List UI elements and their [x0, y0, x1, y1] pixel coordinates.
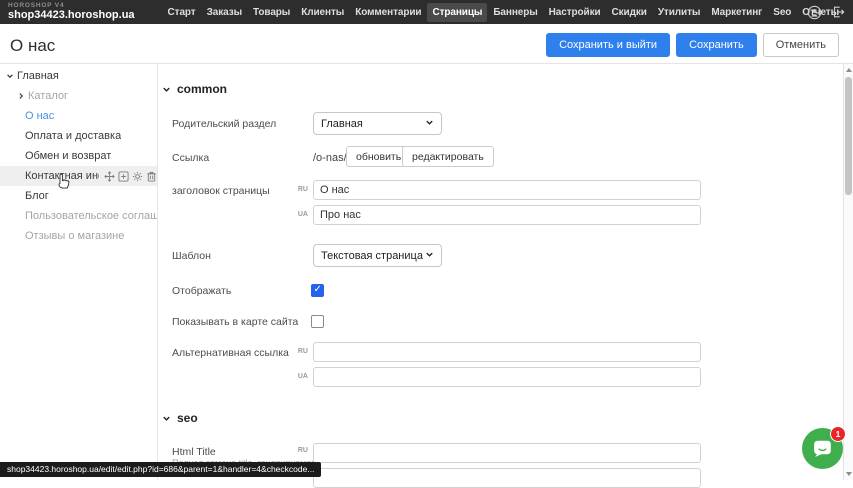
page-title: О нас: [10, 36, 55, 56]
main-menu: Старт Заказы Товары Клиенты Комментарии …: [163, 3, 845, 22]
template-selected-value: Текстовая страница: [321, 250, 423, 262]
tree-item-label: Обмен и возврат: [25, 146, 111, 166]
menu-item-start[interactable]: Старт: [163, 3, 201, 22]
html-title-label: Html Title: [172, 446, 216, 458]
menu-item-comments[interactable]: Комментарии: [350, 3, 426, 22]
html-title-ua-input[interactable]: [313, 468, 701, 488]
tree-item-label: Контактная инфор: [25, 166, 99, 186]
save-and-exit-button[interactable]: Сохранить и выйти: [546, 33, 670, 57]
select-chevron-icon: [425, 250, 434, 262]
menu-item-banners[interactable]: Баннеры: [488, 3, 542, 22]
menu-item-utilities[interactable]: Утилиты: [653, 3, 706, 22]
chat-bubble-icon: [810, 436, 835, 461]
tree-item-kontaktnaya-infor[interactable]: Контактная инфор: [0, 166, 157, 186]
delete-trash-icon[interactable]: [146, 171, 157, 182]
scrollbar-thumb[interactable]: [845, 77, 852, 195]
tree-item-otzyvy-o-magazine[interactable]: Отзывы о магазине: [0, 226, 157, 246]
tree-item-oplata-i-dostavka[interactable]: Оплата и доставка: [0, 126, 157, 146]
parent-section-select[interactable]: Главная: [313, 112, 442, 135]
template-label: Шаблон: [172, 250, 211, 262]
scrollbar-down-arrow[interactable]: [846, 472, 852, 476]
menu-item-seo[interactable]: Seo: [768, 3, 796, 22]
link-value: /o-nas/: [313, 152, 347, 164]
lang-ru-badge: RU: [292, 348, 308, 355]
sitemap-checkbox[interactable]: [311, 315, 324, 328]
alt-link-label: Альтернативная ссылка: [172, 347, 289, 359]
tree-item-glavnaya[interactable]: Главная: [0, 66, 157, 86]
tree-item-label: Пользовательское соглашение: [25, 206, 157, 226]
display-checkbox[interactable]: [311, 284, 324, 297]
sidebar-divider: [157, 64, 158, 480]
link-label: Ссылка: [172, 152, 209, 164]
tree-item-katalog[interactable]: Каталог: [0, 86, 157, 106]
tree-item-o-nas[interactable]: О нас: [0, 106, 157, 126]
cancel-button[interactable]: Отменить: [763, 33, 839, 57]
logo-domain-label: shop34423.horoshop.ua: [8, 10, 135, 21]
tree-item-label: Отзывы о магазине: [25, 226, 124, 246]
page-title-ru-input[interactable]: [313, 180, 701, 200]
html-title-ru-input[interactable]: [313, 443, 701, 463]
section-collapse-icon: [162, 85, 171, 94]
tree-item-label: Главная: [17, 66, 59, 86]
move-icon[interactable]: [104, 171, 115, 182]
menu-item-orders[interactable]: Заказы: [202, 3, 247, 22]
save-button[interactable]: Сохранить: [676, 33, 757, 57]
chevron-down-icon[interactable]: [5, 72, 14, 80]
section-seo-header[interactable]: seo: [162, 411, 198, 425]
link-edit-button[interactable]: редактировать: [402, 146, 494, 167]
settings-gear-icon[interactable]: [132, 171, 143, 182]
link-preview-status-bar: shop34423.horoshop.ua/edit/edit.php?id=6…: [0, 462, 321, 477]
top-navigation-bar: HOROSHOP V4 shop34423.horoshop.ua Старт …: [0, 0, 853, 24]
tree-item-obmen-i-vozvrat[interactable]: Обмен и возврат: [0, 146, 157, 166]
tree-item-label: Каталог: [28, 86, 68, 106]
menu-item-pages[interactable]: Страницы: [427, 3, 487, 22]
add-page-icon[interactable]: [118, 171, 129, 182]
menu-item-products[interactable]: Товары: [248, 3, 295, 22]
alt-link-ru-input[interactable]: [313, 342, 701, 362]
tree-item-label: О нас: [25, 106, 54, 126]
logout-icon[interactable]: [831, 5, 845, 19]
section-collapse-icon: [162, 414, 171, 423]
tree-item-label: Блог: [25, 186, 49, 206]
sitemap-label: Показывать в карте сайта: [172, 316, 298, 328]
scrollbar-up-arrow[interactable]: [846, 68, 852, 72]
menu-item-discounts[interactable]: Скидки: [607, 3, 652, 22]
logo[interactable]: HOROSHOP V4 shop34423.horoshop.ua: [8, 3, 135, 22]
menu-item-clients[interactable]: Клиенты: [296, 3, 349, 22]
section-title: seo: [177, 411, 198, 425]
lang-ua-badge: UA: [292, 211, 308, 218]
parent-section-selected-value: Главная: [321, 118, 363, 130]
select-chevron-icon: [425, 118, 434, 130]
tree-item-blog[interactable]: Блог: [0, 186, 157, 206]
user-account-icon[interactable]: [807, 5, 822, 20]
lang-ru-badge: RU: [292, 186, 308, 193]
section-title: common: [177, 82, 227, 96]
page-scrollbar[interactable]: [843, 64, 853, 480]
template-select[interactable]: Текстовая страница: [313, 244, 442, 267]
pages-tree-sidebar: Главная Каталог О нас Оплата и доставка …: [0, 66, 157, 246]
page-title-field-label: заголовок страницы: [172, 185, 270, 197]
section-common-header[interactable]: common: [162, 82, 227, 96]
chevron-right-icon[interactable]: [16, 92, 25, 100]
tree-item-polzovatelskoe-soglashenie[interactable]: Пользовательское соглашение: [0, 206, 157, 226]
lang-ua-badge: UA: [292, 373, 308, 380]
lang-ru-badge: RU: [292, 447, 308, 454]
parent-section-label: Родительский раздел: [172, 118, 276, 130]
page-title-ua-input[interactable]: [313, 205, 701, 225]
tree-item-label: Оплата и доставка: [25, 126, 121, 146]
alt-link-ua-input[interactable]: [313, 367, 701, 387]
display-label: Отображать: [172, 285, 231, 297]
menu-item-settings[interactable]: Настройки: [544, 3, 606, 22]
menu-item-marketing[interactable]: Маркетинг: [706, 3, 767, 22]
page-header: О нас Сохранить и выйти Сохранить Отмени…: [0, 24, 853, 64]
chat-unread-badge: 1: [830, 426, 846, 442]
